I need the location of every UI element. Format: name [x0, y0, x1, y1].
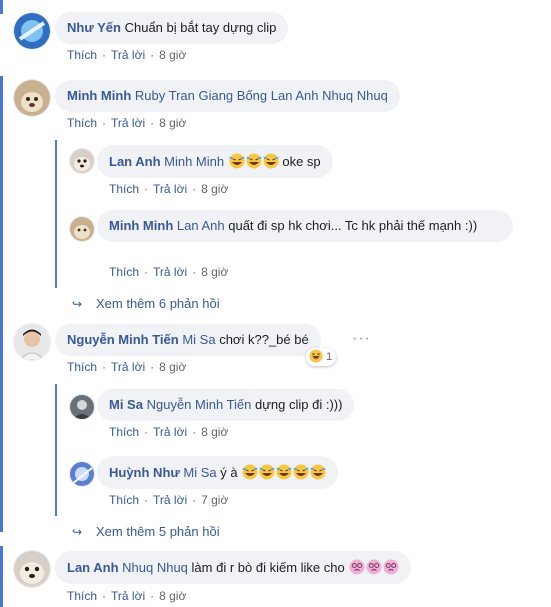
reply-link[interactable]: Trả lời — [153, 425, 187, 439]
timestamp[interactable]: 8 giờ — [201, 265, 228, 279]
comment-actions: Thích · Trả lời · 8 giờ — [109, 182, 229, 196]
timestamp[interactable]: 8 giờ — [159, 116, 186, 130]
like-link[interactable]: Thích — [67, 48, 97, 62]
comment-text: quất đi sp hk chơi... Tc hk phải thế mạn… — [228, 218, 478, 233]
dizzy-face-emoji — [366, 559, 382, 575]
rofl-emoji — [229, 153, 245, 169]
comment-text: chơi k??_bé bé — [219, 332, 309, 347]
comment-mention[interactable]: Nguyễn Minh Tiến — [147, 397, 252, 412]
comment-actions: Thích · Trả lời · 7 giờ — [109, 493, 229, 507]
avatar[interactable] — [70, 217, 94, 241]
thread-indicator — [0, 76, 3, 338]
comment-mention[interactable]: Nhuq Nhuq — [122, 560, 188, 575]
reaction-badge[interactable]: 1 — [306, 348, 337, 366]
thread-indicator — [0, 0, 3, 14]
comment-author[interactable]: Minh Minh — [109, 218, 173, 233]
avatar[interactable] — [14, 13, 50, 49]
comment-bubble: Như Yến Chuẩn bị bắt tay dựng clip — [55, 12, 289, 44]
reply-bubble: Minh Minh Lan Anh quất đi sp hk chơi... … — [97, 210, 513, 242]
comment-author[interactable]: Huỳnh Như — [109, 465, 180, 480]
comment-bubble: Lan Anh Nhuq Nhuq làm đi r bò đi kiếm li… — [55, 551, 412, 584]
rofl-emoji — [246, 153, 262, 169]
reply-link[interactable]: Trả lời — [111, 116, 145, 130]
thread-indicator — [0, 322, 3, 532]
comment-author[interactable]: Mi Sa — [109, 397, 143, 412]
reply-arrow-icon: ↪ — [72, 525, 83, 539]
rofl-emoji — [310, 464, 326, 480]
timestamp[interactable]: 8 giờ — [159, 589, 186, 603]
avatar[interactable] — [70, 462, 94, 486]
view-more-replies-label[interactable]: Xem thêm 5 phản hồi — [96, 524, 220, 539]
comment-mention[interactable]: Lan Anh — [177, 218, 225, 233]
like-link[interactable]: Thích — [67, 589, 97, 603]
comment-actions: Thích · Trả lời · 8 giờ — [67, 116, 187, 130]
reply-link[interactable]: Trả lời — [111, 360, 145, 374]
view-more-replies-link[interactable]: ↪ Xem thêm 6 phản hồi — [72, 296, 220, 312]
more-options-icon[interactable]: ··· — [352, 330, 371, 348]
timestamp[interactable]: 8 giờ — [159, 360, 186, 374]
comment-mention[interactable]: Ruby Tran Giang Bống Lan Anh Nhuq Nhuq — [135, 88, 388, 103]
like-link[interactable]: Thích — [109, 265, 139, 279]
comment-actions: Thích · Trả lời · 8 giờ — [109, 265, 229, 279]
like-link[interactable]: Thích — [67, 360, 97, 374]
reply-bubble: Lan Anh Minh Minh oke sp — [97, 145, 333, 178]
comment-author[interactable]: Lan Anh — [109, 154, 161, 169]
comment-actions: Thích · Trả lời · 8 giờ — [109, 425, 229, 439]
dizzy-face-emoji — [383, 559, 399, 575]
reply-link[interactable]: Trả lời — [153, 493, 187, 507]
timestamp[interactable]: 8 giờ — [201, 182, 228, 196]
rofl-emoji — [276, 464, 292, 480]
comment-bubble: Nguyễn Minh Tiến Mi Sa chơi k??_bé bé — [55, 324, 321, 356]
thread-indicator — [0, 546, 3, 607]
rofl-emoji — [259, 464, 275, 480]
like-link[interactable]: Thích — [67, 116, 97, 130]
comment-author[interactable]: Như Yến — [67, 20, 121, 35]
reply-link[interactable]: Trả lời — [111, 48, 145, 62]
avatar[interactable] — [14, 80, 50, 116]
comment-author[interactable]: Minh Minh — [67, 88, 131, 103]
avatar[interactable] — [70, 395, 94, 419]
reaction-count: 1 — [326, 351, 333, 363]
rofl-emoji — [293, 464, 309, 480]
haha-emoji — [309, 349, 323, 363]
comment-text: oke sp — [282, 154, 321, 169]
view-more-replies-label[interactable]: Xem thêm 6 phản hồi — [96, 296, 220, 311]
comment-actions: Thích · Trả lời · 8 giờ — [67, 589, 187, 603]
avatar[interactable] — [70, 149, 94, 173]
comment-author[interactable]: Lan Anh — [67, 560, 119, 575]
comment-mention[interactable]: Mi Sa — [183, 465, 216, 480]
like-link[interactable]: Thích — [109, 425, 139, 439]
comment-text: ý à — [220, 465, 238, 480]
reply-arrow-icon: ↪ — [72, 297, 83, 311]
timestamp[interactable]: 7 giờ — [201, 493, 228, 507]
comment-text: dựng clip đi :))) — [255, 397, 343, 412]
reply-thread-indicator — [55, 140, 57, 288]
like-link[interactable]: Thích — [109, 493, 139, 507]
reply-bubble: Mi Sa Nguyễn Minh Tiến dựng clip đi :))) — [97, 389, 355, 421]
dizzy-face-emoji — [349, 559, 365, 575]
timestamp[interactable]: 8 giờ — [201, 425, 228, 439]
reply-link[interactable]: Trả lời — [153, 265, 187, 279]
comment-actions: Thích · Trả lời · 8 giờ — [67, 360, 187, 374]
reply-link[interactable]: Trả lời — [153, 182, 187, 196]
comment-text: làm đi r bò đi kiếm like cho — [191, 560, 345, 575]
comment-text: Chuẩn bị bắt tay dựng clip — [124, 20, 277, 35]
avatar[interactable] — [14, 551, 50, 587]
avatar[interactable] — [14, 324, 50, 360]
reply-link[interactable]: Trả lời — [111, 589, 145, 603]
like-link[interactable]: Thích — [109, 182, 139, 196]
reply-thread-indicator — [55, 384, 57, 516]
comment-mention[interactable]: Mi Sa — [182, 332, 215, 347]
reply-bubble: Huỳnh Như Mi Sa ý à — [97, 456, 339, 489]
comment-actions: Thích · Trả lời · 8 giờ — [67, 48, 187, 62]
view-more-replies-link[interactable]: ↪ Xem thêm 5 phản hồi — [72, 524, 220, 540]
rofl-emoji — [263, 153, 279, 169]
timestamp[interactable]: 8 giờ — [159, 48, 186, 62]
comment-mention[interactable]: Minh Minh — [164, 154, 224, 169]
comment-author[interactable]: Nguyễn Minh Tiến — [67, 332, 179, 347]
rofl-emoji — [242, 464, 258, 480]
comment-bubble: Minh Minh Ruby Tran Giang Bống Lan Anh N… — [55, 80, 400, 112]
